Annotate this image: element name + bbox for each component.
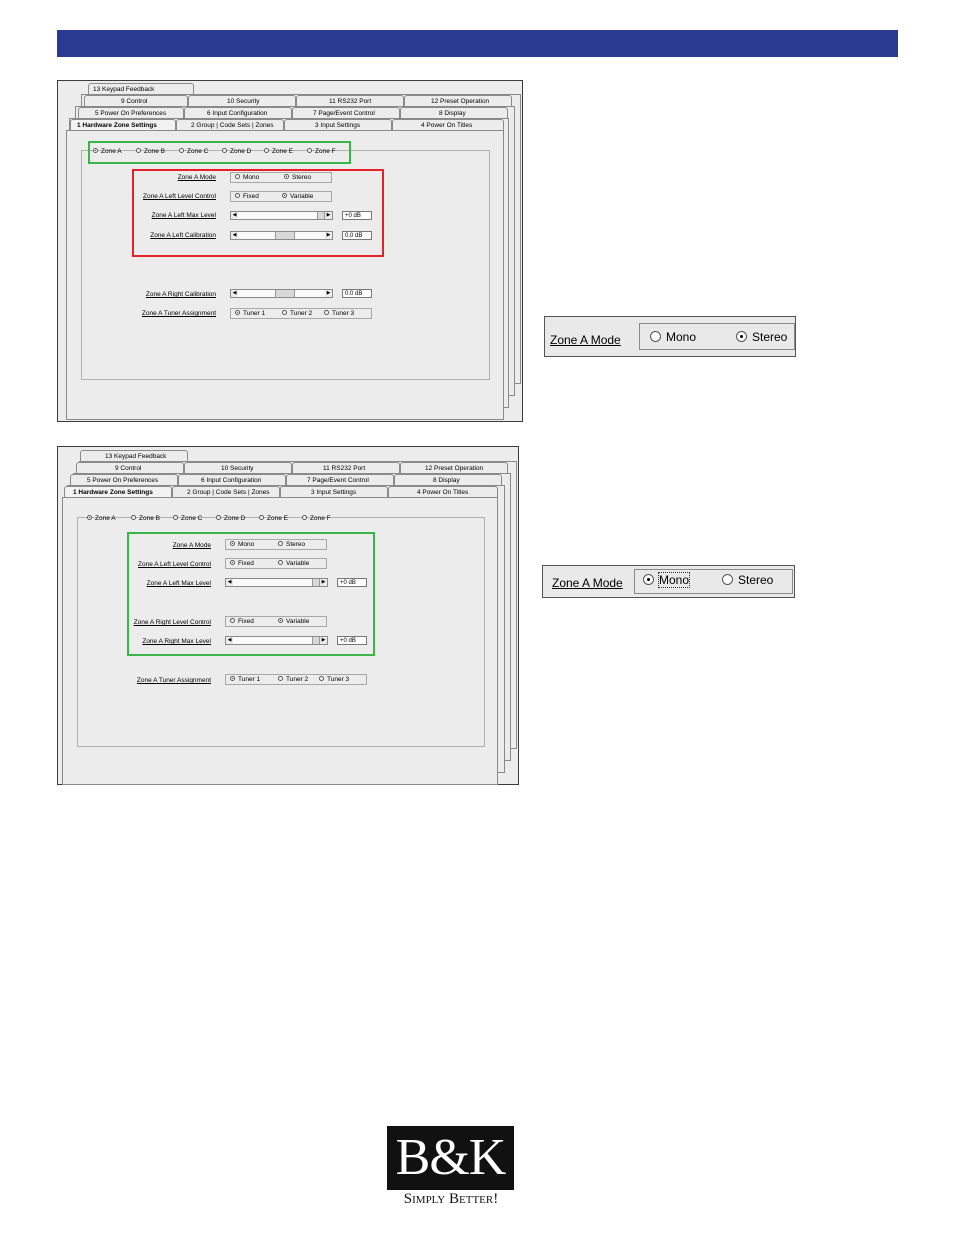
tab-security[interactable]: 10 Security [184, 462, 292, 473]
radio-label: Zone B [139, 515, 160, 522]
tab-security[interactable]: 10 Security [188, 95, 296, 106]
zoom-mono-radio[interactable]: Mono [650, 330, 696, 344]
radio-selected-icon [87, 514, 92, 520]
radio-icon [259, 514, 264, 520]
arrow-left-icon[interactable]: ◀ [231, 290, 238, 297]
zone-b-radio[interactable]: Zone B [131, 514, 160, 523]
tuner-assignment-label: Zone A Tuner Assignment [141, 310, 216, 317]
tab-rs232-port[interactable]: 11 RS232 Port [292, 462, 400, 473]
mode-settings-highlight [132, 169, 384, 257]
zone-d-radio[interactable]: Zone D [216, 514, 245, 523]
radio-label: Zone D [224, 515, 246, 522]
right-calibration-value[interactable]: 0.0 dB [342, 289, 372, 298]
tab-page-event-control[interactable]: 7 Page/Event Control [286, 474, 394, 485]
tab-power-on-titles[interactable]: 4 Power On Titles [388, 486, 498, 497]
zoom-mode-label: Zone A Mode [552, 576, 623, 590]
right-calibration-label: Zone A Right Calibration [145, 291, 216, 298]
radio-label: Stereo [738, 573, 774, 587]
tuner-3-radio[interactable]: Tuner 3 [319, 675, 349, 684]
zoom-stereo-radio[interactable]: Stereo [736, 330, 787, 344]
tab-hardware-zone-settings[interactable]: 1 Hardware Zone Settings [70, 119, 176, 130]
radio-label: Mono [666, 330, 697, 344]
tab-hardware-zone-settings[interactable]: 1 Hardware Zone Settings [64, 486, 172, 497]
screenshot-stereo-mode: 13 Keypad Feedback 9 Control 10 Security… [57, 80, 523, 422]
zoom-mono-radio[interactable]: Mono [643, 572, 691, 588]
tuner-1-radio[interactable]: Tuner 1 [230, 675, 260, 684]
zoom-callout-stereo: Zone A Mode Mono Stereo [544, 316, 796, 357]
tab-input-settings[interactable]: 3 Input Settings [284, 119, 392, 130]
radio-label: Tuner 1 [238, 676, 261, 683]
radio-label: Tuner 3 [332, 310, 355, 317]
radio-selected-icon [736, 331, 747, 343]
tab-power-on-titles[interactable]: 4 Power On Titles [392, 119, 504, 130]
header-bar [57, 30, 898, 57]
zone-a-radio[interactable]: Zone A [87, 514, 116, 523]
mode-settings-highlight [127, 532, 375, 656]
zone-f-radio[interactable]: Zone F [302, 514, 331, 523]
radio-icon [324, 309, 329, 315]
slider-thumb[interactable] [275, 290, 295, 297]
tab-display[interactable]: 8 Display [400, 107, 508, 118]
radio-icon [319, 675, 324, 681]
zoom-stereo-radio[interactable]: Stereo [722, 573, 773, 587]
radio-label: Mono [657, 572, 691, 588]
radio-icon [650, 331, 661, 343]
radio-icon [278, 675, 283, 681]
tab-preset-operation[interactable]: 12 Preset Operation [400, 462, 508, 473]
tab-preset-operation[interactable]: 12 Preset Operation [404, 95, 512, 106]
radio-icon [131, 514, 136, 520]
tab-keypad-feedback[interactable]: 13 Keypad Feedback [80, 450, 188, 461]
tab-power-on-preferences[interactable]: 5 Power On Preferences [70, 474, 178, 485]
radio-label: Tuner 1 [243, 310, 266, 317]
logo-tagline: Simply Better! [403, 1191, 499, 1207]
radio-label: Tuner 2 [290, 310, 313, 317]
tab-group-code-sets-zones[interactable]: 2 Group | Code Sets | Zones [176, 119, 284, 130]
radio-label: Tuner 3 [327, 676, 350, 683]
arrow-right-icon[interactable]: ▶ [325, 290, 332, 297]
tab-page-event-control[interactable]: 7 Page/Event Control [292, 107, 400, 118]
radio-icon [173, 514, 178, 520]
radio-selected-icon [235, 309, 240, 315]
tab-input-configuration[interactable]: 6 Input Configuration [178, 474, 286, 485]
tab-power-on-preferences[interactable]: 5 Power On Preferences [78, 107, 184, 118]
radio-label: Zone F [310, 515, 331, 522]
radio-label: Zone A [95, 515, 116, 522]
zoom-callout-mono: Zone A Mode Mono Stereo [542, 565, 795, 598]
tab-group-code-sets-zones[interactable]: 2 Group | Code Sets | Zones [172, 486, 280, 497]
radio-selected-icon [230, 675, 235, 681]
tuner-1-radio[interactable]: Tuner 1 [235, 309, 265, 318]
radio-label: Zone E [267, 515, 288, 522]
radio-label: Stereo [752, 330, 788, 344]
radio-label: Tuner 2 [286, 676, 309, 683]
right-calibration-slider[interactable]: ◀ ▶ [230, 289, 333, 298]
tab-control[interactable]: 9 Control [84, 95, 188, 106]
tuner-assignment-label: Zone A Tuner Assignment [136, 677, 211, 684]
tab-rs232-port[interactable]: 11 RS232 Port [296, 95, 404, 106]
tuner-3-radio[interactable]: Tuner 3 [324, 309, 354, 318]
tuner-2-radio[interactable]: Tuner 2 [278, 675, 308, 684]
zone-selector-highlight [88, 141, 351, 164]
radio-icon [282, 309, 287, 315]
tab-input-configuration[interactable]: 6 Input Configuration [184, 107, 292, 118]
tab-display[interactable]: 8 Display [394, 474, 502, 485]
screenshot-mono-mode: 13 Keypad Feedback 9 Control 10 Security… [57, 446, 519, 785]
bk-logo: B&K [387, 1126, 514, 1190]
tab-input-settings[interactable]: 3 Input Settings [280, 486, 388, 497]
zone-e-radio[interactable]: Zone E [259, 514, 288, 523]
zone-c-radio[interactable]: Zone C [173, 514, 202, 523]
radio-icon [722, 574, 733, 586]
tab-control[interactable]: 9 Control [76, 462, 184, 473]
zoom-mode-label: Zone A Mode [550, 333, 621, 347]
tuner-2-radio[interactable]: Tuner 2 [282, 309, 312, 318]
radio-icon [216, 514, 221, 520]
radio-icon [302, 514, 307, 520]
radio-label: Zone C [181, 515, 203, 522]
tab-keypad-feedback[interactable]: 13 Keypad Feedback [88, 83, 194, 94]
radio-selected-icon [643, 574, 654, 586]
